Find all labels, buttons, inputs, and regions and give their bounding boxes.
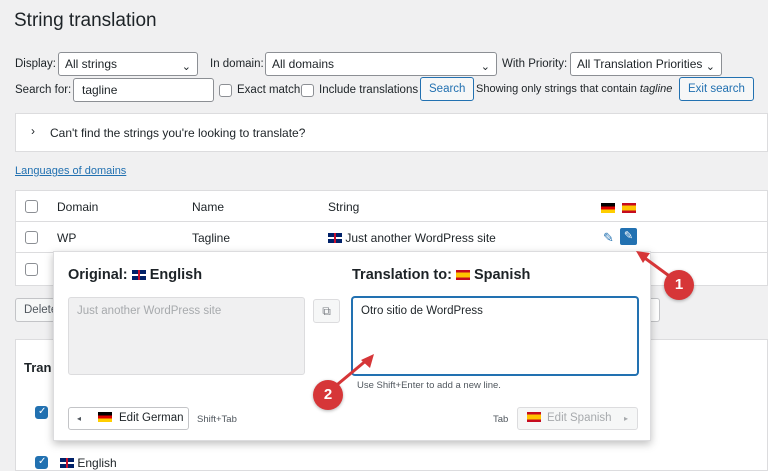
arrow-two-icon — [336, 354, 374, 386]
marker-one-badge: 1 — [664, 270, 694, 300]
marker-two-badge: 2 — [313, 380, 343, 410]
arrow-one-icon — [636, 251, 674, 280]
annotation-arrows — [336, 251, 674, 386]
